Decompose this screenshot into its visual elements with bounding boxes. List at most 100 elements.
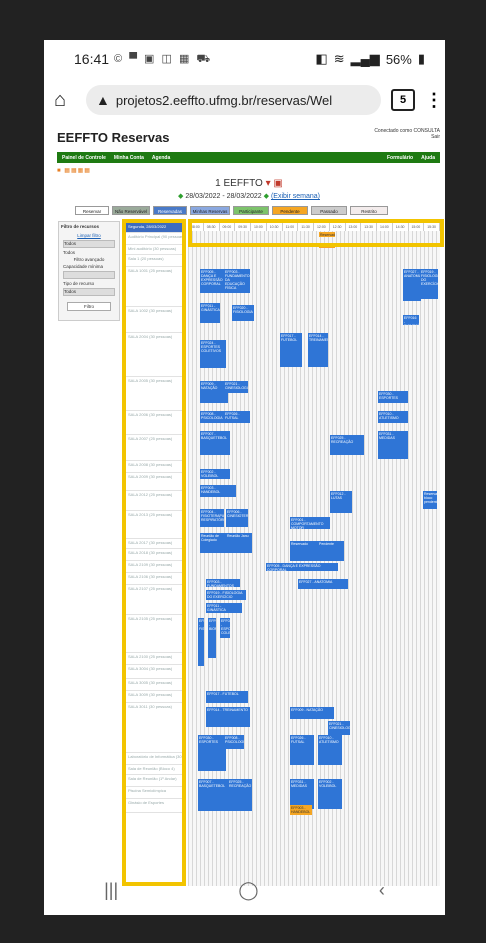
capacity-label: Capacidade mínima bbox=[63, 264, 104, 269]
web-page: EEFFTO Reservas Conectado como CONSULTA … bbox=[54, 126, 444, 886]
reservation-block[interactable]: EFF030 - ESPORTES bbox=[198, 735, 226, 771]
warning-icon[interactable]: ▲ bbox=[96, 92, 110, 108]
reservation-block[interactable]: EFF010 - ATLETISMO bbox=[318, 735, 342, 765]
menu-icon[interactable]: ⋮ bbox=[425, 90, 443, 111]
capacity-input[interactable] bbox=[63, 271, 115, 279]
reservation-block[interactable]: EFF010 - ATLETISMO bbox=[378, 411, 408, 423]
pending-reservation[interactable]: EFF003 - HANDEBOL bbox=[290, 805, 312, 815]
status-bar: 16:41 © ▀ ▣ ◫ ▦ ⛟ ◧ ≋ ▂▄▆ 56% ▮ bbox=[44, 40, 445, 78]
reservation-block[interactable]: EFF006 - CINESIOTERAPIA bbox=[226, 509, 248, 527]
reservation-block[interactable]: EFF005 - DANÇA E EXPRESSÃO CORPORAL bbox=[266, 563, 338, 571]
next-week-icon[interactable]: ◆ bbox=[264, 193, 269, 200]
filter-0[interactable]: Reservar bbox=[75, 206, 109, 215]
wifi-icon: ≋ bbox=[333, 51, 345, 66]
reservation-block[interactable]: EFF027 - ANATOMIA bbox=[403, 269, 421, 301]
reservation-block[interactable]: EFF025 - RECREAÇÃO bbox=[330, 435, 364, 455]
reservation-block[interactable]: EFF017 - FUTEBOL bbox=[206, 691, 248, 703]
reservation-block[interactable]: EFF004 - FISIOTERAPIA RESPIRATÓRIA bbox=[200, 509, 224, 527]
highlight-hour-row bbox=[188, 219, 444, 247]
tab-switcher-button[interactable]: 5 bbox=[391, 89, 415, 111]
reservation-block[interactable]: EFF020 - FISIOLOGIA bbox=[232, 305, 254, 321]
reservation-block[interactable]: EFF014 - TREINAMENTO bbox=[206, 707, 250, 727]
reservation-block[interactable]: EFF019 - FISIOLOGIA DO EXERCÍCIO bbox=[420, 269, 438, 299]
reservation-block[interactable]: EFF016 - BIOMECÂNICA bbox=[208, 618, 216, 658]
clear-filter-link[interactable]: Limpar filtro bbox=[63, 233, 115, 238]
reservation-block[interactable]: EFF024 - ESPORTES COLETIVOS bbox=[220, 618, 230, 638]
logout-link[interactable]: Sair bbox=[374, 134, 440, 140]
reservation-block[interactable]: EFF014 - TREINAMENTO bbox=[308, 333, 328, 367]
signal-icon: ▂▄▆ bbox=[350, 51, 380, 66]
dropdown-icon[interactable]: ▾ ▣ bbox=[266, 178, 283, 189]
reservation-block[interactable]: EFF011 - GINÁSTICA bbox=[206, 603, 242, 613]
reservation-block[interactable]: EFF017 - FUTEBOL bbox=[280, 333, 302, 367]
filter-2[interactable]: Reservadas bbox=[153, 206, 187, 215]
type-select[interactable]: Todos bbox=[63, 288, 115, 296]
filter-5[interactable]: Pendente bbox=[272, 206, 308, 215]
reservation-block[interactable]: EFF030 - ESPORTES bbox=[378, 391, 408, 403]
reservation-block[interactable]: Reserva bloco pendente bbox=[423, 491, 437, 509]
address-bar[interactable]: ▲ projetos2.eeffto.ufmg.br/reservas/Wel bbox=[86, 85, 381, 115]
reservation-block[interactable]: Reunião Janu bbox=[226, 533, 252, 553]
reservation-block[interactable]: EFF026 - FUTSAL bbox=[290, 735, 314, 765]
filter-4[interactable]: Participante bbox=[233, 206, 269, 215]
reservation-block[interactable]: EFF001 - COMPORTAMENTO MOTOR bbox=[290, 517, 330, 529]
nav-agenda[interactable]: Agenda bbox=[152, 155, 170, 161]
notification-icons: © ▀ ▣ ◫ ▦ ⛟ bbox=[114, 52, 213, 65]
recent-apps-icon[interactable]: ||| bbox=[104, 880, 118, 901]
filter-select-1[interactable]: Todos bbox=[63, 240, 115, 248]
home-button-icon[interactable]: ◯ bbox=[238, 880, 258, 901]
reservation-block[interactable]: EFF025 - RECREAÇÃO bbox=[228, 779, 252, 811]
battery-percent: 56% bbox=[385, 51, 412, 67]
reservation-block[interactable]: EFF016 - BIOMECÂNICA bbox=[403, 315, 419, 325]
back-icon[interactable]: ‹ bbox=[379, 880, 385, 901]
filter-3[interactable]: Minhas Reservas bbox=[190, 206, 230, 215]
nav-account[interactable]: Minha Conta bbox=[114, 155, 144, 161]
reservation-block[interactable]: EFF027 - ANATOMIA bbox=[298, 579, 348, 589]
reservation-block[interactable]: EFF003 - HANDEBOL bbox=[200, 485, 236, 497]
reservation-block[interactable]: Reservado bbox=[290, 541, 320, 561]
reservation-block[interactable]: EFF024 - ESPORTES COLETIVOS bbox=[200, 340, 226, 368]
vibrate-icon: ◧ bbox=[315, 51, 328, 66]
filter-6[interactable]: Passado bbox=[311, 206, 347, 215]
reservation-block[interactable]: EFF003 - FUNDAMENTOS DA EDUCAÇÃO FÍSICA bbox=[206, 579, 240, 587]
reservation-block[interactable]: EFF020 - FISIOLOGIA bbox=[198, 618, 204, 666]
filter-1[interactable]: Não Reservável bbox=[112, 206, 150, 215]
reservation-block[interactable]: Pendente bbox=[318, 541, 344, 561]
browser-toolbar: ⌂ ▲ projetos2.eeffto.ufmg.br/reservas/We… bbox=[44, 80, 445, 120]
reservation-block[interactable]: EFF031 - MEDIDAS bbox=[378, 431, 408, 459]
toolbar-icons[interactable]: ■ ▦▦▦▦ bbox=[57, 167, 91, 174]
schedule-title[interactable]: 1 EEFFTO ▾ ▣ bbox=[54, 178, 444, 189]
reservation-block[interactable]: EFF012 - LUTAS bbox=[330, 491, 352, 513]
reservation-block[interactable]: EFF007 - BASQUETEBOL bbox=[198, 779, 228, 811]
reservation-block[interactable]: EFF021 - CINESIOLOGIA bbox=[224, 381, 248, 393]
show-week-link[interactable]: (Exibir semana) bbox=[271, 193, 320, 200]
reservation-block[interactable]: EFF008 - PSICOLOGIA bbox=[200, 411, 224, 423]
reservation-block[interactable]: EFF007 - BASQUETEBOL bbox=[200, 431, 230, 455]
reservation-block[interactable]: Reunião de Colegiado bbox=[200, 533, 228, 553]
reservation-block[interactable]: EFF002 - VOLEIBOL bbox=[318, 779, 342, 809]
reservation-block[interactable]: EFF011 - GINÁSTICA bbox=[200, 303, 220, 323]
reservation-block[interactable]: EFF021 - CINESIOLOGIA bbox=[328, 721, 350, 735]
highlight-room-column bbox=[122, 219, 186, 886]
legend-filters: Reservar Não Reservável Reservadas Minhas R… bbox=[75, 206, 388, 215]
filter-7[interactable]: Restrito bbox=[350, 206, 388, 215]
reservation-block[interactable]: EFF005 - DANÇA E EXPRESSÃO CORPORAL bbox=[200, 269, 226, 293]
schedule-grid[interactable]: 08:00 08:30 09:00 09:30 10:00 10:30 11:00 11:30… bbox=[188, 223, 440, 886]
week-range: ◆ 28/03/2022 - 28/03/2022 ◆ (Exibir sema… bbox=[178, 193, 320, 200]
filter-button[interactable]: Filtro bbox=[67, 302, 111, 311]
url-text[interactable]: projetos2.eeffto.ufmg.br/reservas/Wel bbox=[116, 93, 332, 108]
reservation-block[interactable]: EFF008 - PSICOLOGIA bbox=[224, 735, 244, 749]
filter-title: Filtro de recursos bbox=[61, 224, 100, 229]
reservation-block[interactable]: EFF019 - FISIOLOGIA DO EXERCÍCIO bbox=[206, 590, 246, 600]
nav-help[interactable]: Ajuda bbox=[421, 155, 435, 161]
android-nav-bar: ||| ◯ ‹ bbox=[44, 865, 445, 915]
advanced-filter-label: Filtro avançado bbox=[73, 257, 105, 262]
reservation-block[interactable]: EFF009 - NATAÇÃO bbox=[290, 707, 334, 719]
nav-form[interactable]: Formulário bbox=[387, 155, 413, 161]
reservation-block[interactable]: EFF003 - FUNDAMENTOS DA EDUCAÇÃO FÍSICA bbox=[224, 269, 250, 293]
prev-week-icon[interactable]: ◆ bbox=[178, 193, 183, 200]
reservation-block[interactable]: EFF026 - FUTSAL bbox=[224, 411, 250, 423]
nav-dashboard[interactable]: Painel de Controle bbox=[62, 155, 106, 161]
home-icon[interactable]: ⌂ bbox=[54, 90, 76, 110]
reservation-block[interactable]: EFF002 - VOLEIBOL bbox=[200, 469, 230, 479]
